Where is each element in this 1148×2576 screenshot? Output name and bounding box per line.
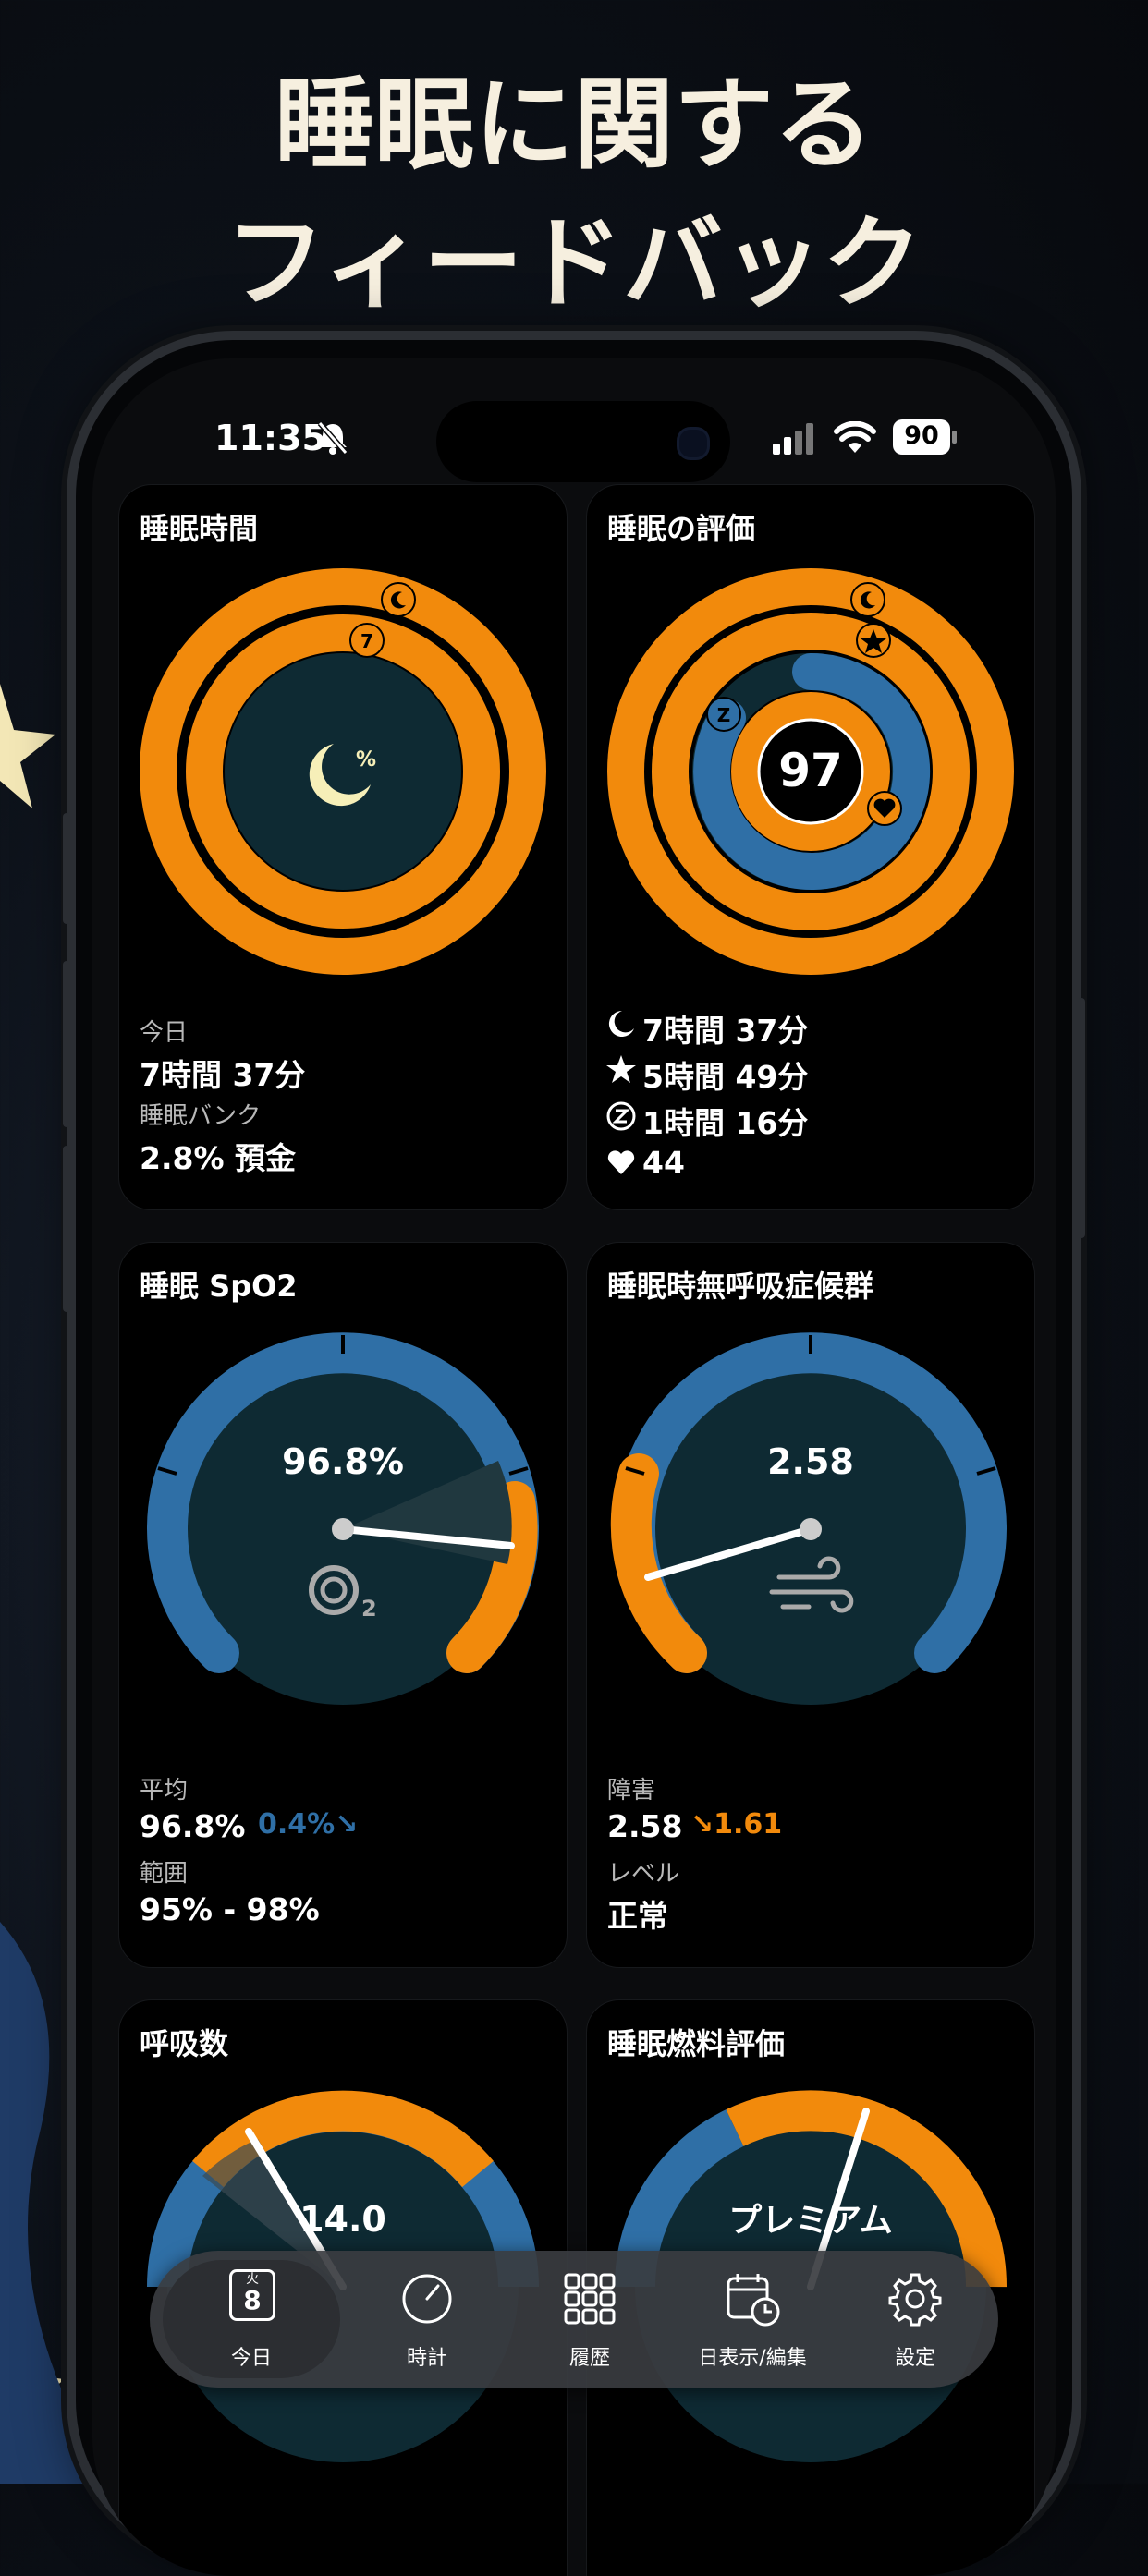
score-row-star: 5時間 49分	[642, 1059, 809, 1095]
signal-icon	[773, 423, 813, 455]
calendar-icon: 火 8	[229, 2269, 275, 2321]
battery-level: 90	[904, 421, 939, 450]
phone-side-button	[1078, 998, 1085, 1238]
clock-icon	[402, 2274, 452, 2324]
card-title: 睡眠 SpO2	[140, 1269, 298, 1304]
score-row-moon: 7時間 37分	[642, 1013, 809, 1049]
disorder-value: 2.58	[607, 1808, 683, 1844]
apnea-gauge: 2.58	[610, 1332, 1007, 1705]
level-label: レベル	[607, 1860, 680, 1888]
calendar-clock-icon	[727, 2274, 780, 2327]
tab-today[interactable]: 火 8 今日	[159, 2251, 344, 2388]
sleep-bank-value: 2.8% 預金	[140, 1140, 297, 1176]
wifi-icon	[834, 421, 876, 453]
card-title: 睡眠燃料評価	[607, 2026, 786, 2061]
svg-text:2: 2	[361, 1596, 377, 1622]
score-row-heart: 44	[642, 1145, 685, 1181]
card-title: 睡眠時無呼吸症候群	[607, 1269, 874, 1304]
avg-label: 平均	[140, 1777, 189, 1804]
dynamic-island	[436, 401, 730, 482]
sleep-bank-label: 睡眠バンク	[140, 1102, 262, 1130]
disorder-change: ↘1.61	[690, 1808, 783, 1841]
card-sleep-apnea[interactable]: 睡眠時無呼吸症候群 2.58 障害 2.58 ↘1.61 レベル 正常	[586, 1242, 1035, 1968]
card-title: 睡眠時間	[140, 511, 259, 546]
tab-bar: 火 8 今日 時計 履歴 日表示/編集 設定	[150, 2251, 998, 2388]
heart-icon	[607, 1150, 635, 1174]
avg-value: 96.8%	[140, 1808, 246, 1844]
card-spo2[interactable]: 睡眠 SpO2 96.8% 2 平均 96.8% 0.4%↘ 範囲 95% - …	[118, 1242, 568, 1968]
gear-icon	[888, 2273, 942, 2327]
calendar-day: 8	[243, 2285, 262, 2315]
tab-clock[interactable]: 時計	[346, 2251, 508, 2388]
grid-icon	[564, 2273, 616, 2325]
phone-volume-down	[63, 961, 70, 1127]
card-sleep-time[interactable]: 睡眠時間 7 % 今日 7時間 37分 睡眠バンク 2.8% 預金	[118, 484, 568, 1210]
disorder-label: 障害	[607, 1777, 656, 1804]
sleep-time-rings: 7 %	[140, 568, 546, 975]
spo2-gauge: 96.8% 2	[147, 1332, 539, 1705]
battery-icon: 90	[893, 419, 950, 455]
tab-label: 日表示/編集	[698, 2347, 807, 2370]
tab-day-view-edit[interactable]: 日表示/編集	[671, 2251, 834, 2388]
headline-line-1: 睡眠に関する	[274, 67, 873, 183]
ring-badge-text: 7	[360, 630, 373, 652]
apnea-gauge-value: 2.58	[767, 1441, 854, 1482]
percent-symbol: %	[356, 748, 376, 772]
status-time: 11:35	[214, 418, 326, 458]
tab-label: 履歴	[568, 2347, 610, 2370]
moon-icon	[608, 1010, 634, 1037]
tab-label: 今日	[230, 2347, 272, 2370]
sleep-score-rings: 97 Z	[607, 568, 1014, 975]
phone-screen: 11:35 90 睡眠時間 7 % 今日 7時間 37分 睡眠バンク 2.8% …	[92, 358, 1056, 2576]
bell-slash-icon	[317, 421, 348, 455]
card-title: 呼吸数	[140, 2026, 229, 2061]
respiration-gauge-value: 14.0	[299, 2199, 386, 2240]
range-value: 95% - 98%	[140, 1891, 320, 1927]
today-label: 今日	[140, 1019, 189, 1047]
z-badge: Z	[717, 704, 731, 726]
fuel-gauge-value: プレミアム	[728, 2202, 892, 2240]
phone-volume-up	[63, 813, 70, 924]
spo2-gauge-value: 96.8%	[282, 1441, 404, 1482]
range-label: 範囲	[140, 1860, 189, 1888]
headline-line-2: フィードバック	[226, 206, 922, 322]
z-circle-icon	[606, 1101, 636, 1131]
card-sleep-score[interactable]: 睡眠の評価 97 Z 7時間 37分 5時間 49分 1時間 16分 44	[586, 484, 1035, 1210]
tab-label: 時計	[406, 2347, 447, 2370]
score-value: 97	[778, 744, 843, 797]
card-title: 睡眠の評価	[607, 511, 756, 546]
tab-settings[interactable]: 設定	[834, 2251, 996, 2388]
tab-label: 設定	[894, 2347, 935, 2370]
phone-volume-down-2	[63, 1146, 70, 1312]
today-value: 7時間 37分	[140, 1057, 306, 1093]
score-row-z: 1時間 16分	[642, 1105, 809, 1141]
battery-cap	[952, 431, 957, 444]
tab-history[interactable]: 履歴	[508, 2251, 671, 2388]
star-icon	[606, 1055, 636, 1083]
star-decoration-left	[0, 684, 55, 808]
avg-change: 0.4%↘	[258, 1808, 359, 1841]
level-value: 正常	[607, 1898, 668, 1934]
